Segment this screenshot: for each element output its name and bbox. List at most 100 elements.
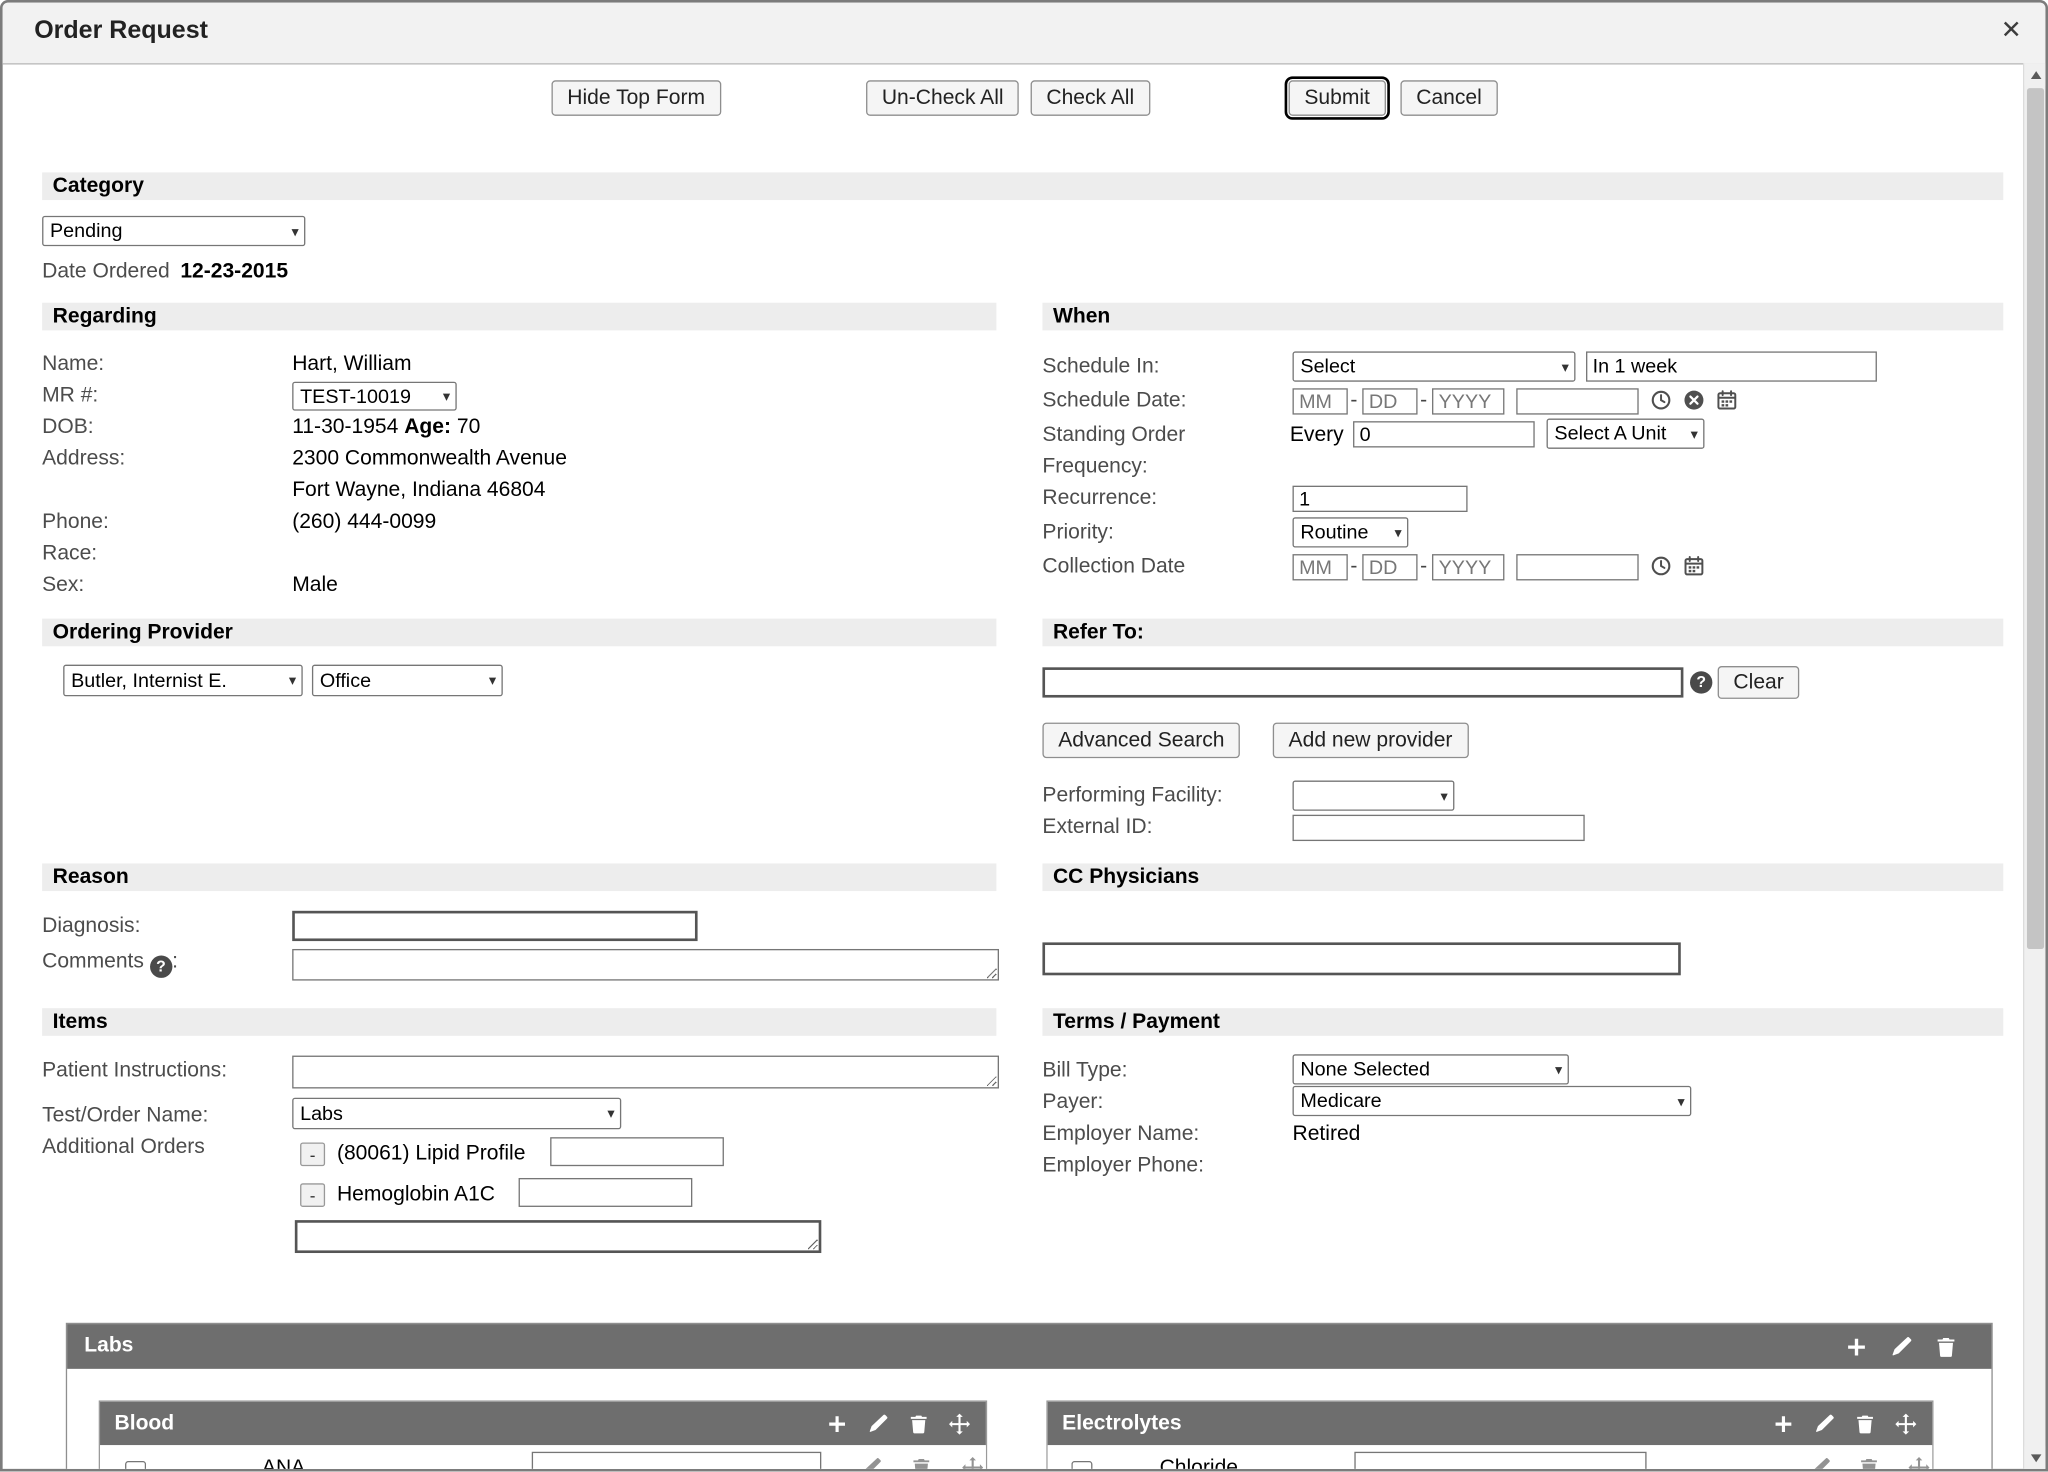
- phone-value: (260) 444-0099: [292, 508, 436, 537]
- cancel-button[interactable]: Cancel: [1400, 80, 1497, 116]
- category-select[interactable]: Pending ▾: [42, 216, 305, 246]
- patient-instructions-textarea[interactable]: [292, 1056, 999, 1089]
- clock-icon[interactable]: [1651, 555, 1675, 579]
- delete-icon[interactable]: [1935, 1335, 1957, 1357]
- performing-facility-select[interactable]: ▾: [1293, 781, 1455, 811]
- date-separator: -: [1420, 388, 1427, 414]
- delete-icon[interactable]: [1858, 1457, 1879, 1471]
- scroll-up-button[interactable]: [2024, 63, 2046, 85]
- lab-test-input[interactable]: [1354, 1452, 1646, 1472]
- schedule-date-time-input[interactable]: [1516, 388, 1638, 414]
- address-label: Address:: [42, 445, 125, 474]
- schedule-date-dd-input[interactable]: [1362, 388, 1417, 414]
- add-new-provider-button[interactable]: Add new provider: [1273, 723, 1468, 759]
- edit-icon[interactable]: [861, 1457, 882, 1471]
- section-header-refer-to: Refer To:: [1042, 619, 2003, 647]
- vertical-scrollbar[interactable]: [2023, 63, 2045, 1469]
- schedule-date-yyyy-input[interactable]: [1432, 388, 1504, 414]
- lab-test-input[interactable]: [532, 1452, 822, 1472]
- clock-icon[interactable]: [1651, 390, 1675, 414]
- dob-value: 11-30-1954 Age: 70: [292, 413, 480, 442]
- date-separator: -: [1420, 554, 1427, 580]
- schedule-in-select[interactable]: Select ▾: [1293, 351, 1576, 381]
- collection-date-time-input[interactable]: [1516, 554, 1638, 580]
- collection-date-mm-input[interactable]: [1293, 554, 1348, 580]
- lab-group-electrolytes: Electrolytes Chloride: [1046, 1400, 1933, 1471]
- add-icon[interactable]: [1773, 1413, 1794, 1434]
- diagnosis-input[interactable]: [292, 911, 697, 941]
- address-line2: Fort Wayne, Indiana 46804: [292, 476, 545, 505]
- check-all-button[interactable]: Check All: [1031, 80, 1150, 116]
- remove-order-button[interactable]: -: [300, 1183, 325, 1207]
- scroll-up-icon: [2030, 70, 2041, 78]
- help-icon[interactable]: ?: [1690, 671, 1712, 693]
- additional-orders-textarea[interactable]: [295, 1220, 821, 1253]
- move-icon[interactable]: [962, 1457, 983, 1471]
- provider-location-select[interactable]: Office ▾: [312, 665, 503, 697]
- ordering-provider-select[interactable]: Butler, Internist E. ▾: [63, 665, 303, 697]
- edit-icon[interactable]: [1814, 1413, 1835, 1434]
- lab-group-header: Blood: [100, 1402, 986, 1445]
- move-icon[interactable]: [949, 1413, 970, 1434]
- collection-date-dd-input[interactable]: [1362, 554, 1417, 580]
- delete-icon[interactable]: [908, 1413, 929, 1434]
- clear-button[interactable]: Clear: [1718, 666, 1800, 699]
- scroll-down-icon: [2030, 1454, 2041, 1462]
- section-header-ordering-provider: Ordering Provider: [42, 619, 996, 647]
- payer-label: Payer:: [1042, 1088, 1103, 1117]
- schedule-date-label: Schedule Date:: [1042, 387, 1186, 416]
- edit-icon[interactable]: [1810, 1457, 1831, 1471]
- delete-icon[interactable]: [1855, 1413, 1876, 1434]
- remove-order-button[interactable]: -: [300, 1142, 325, 1166]
- dialog-titlebar: Order Request ✕: [3, 3, 2046, 65]
- comments-textarea[interactable]: [292, 949, 999, 981]
- date-ordered-value: 12-23-2015: [180, 258, 288, 287]
- scroll-down-button[interactable]: [2024, 1447, 2046, 1469]
- cc-physicians-input[interactable]: [1042, 942, 1680, 975]
- date-separator: -: [1350, 388, 1357, 414]
- refer-to-input[interactable]: [1042, 667, 1683, 697]
- schedule-date-mm-input[interactable]: [1293, 388, 1348, 414]
- collection-date-yyyy-input[interactable]: [1432, 554, 1504, 580]
- move-icon[interactable]: [1895, 1413, 1916, 1434]
- age-value: 70: [457, 416, 480, 438]
- priority-select[interactable]: Routine ▾: [1293, 517, 1409, 547]
- schedule-in-input[interactable]: [1586, 351, 1877, 381]
- delete-icon[interactable]: [911, 1457, 932, 1471]
- move-icon[interactable]: [1908, 1457, 1929, 1471]
- standing-order-unit-select[interactable]: Select A Unit ▾: [1547, 419, 1705, 449]
- lab-test-checkbox[interactable]: [1071, 1461, 1092, 1472]
- hide-top-form-button[interactable]: Hide Top Form: [551, 80, 720, 116]
- test-order-name-select[interactable]: Labs ▾: [292, 1098, 621, 1130]
- mr-select[interactable]: TEST-10019 ▾: [292, 382, 457, 411]
- add-icon[interactable]: [827, 1413, 848, 1434]
- calendar-icon[interactable]: [1683, 555, 1707, 579]
- external-id-input[interactable]: [1293, 815, 1585, 841]
- order-item-input[interactable]: [550, 1137, 724, 1166]
- bill-type-select[interactable]: None Selected ▾: [1293, 1054, 1569, 1084]
- edit-icon[interactable]: [867, 1413, 888, 1434]
- comments-label: Comments ?:: [42, 948, 178, 977]
- advanced-search-button[interactable]: Advanced Search: [1042, 723, 1240, 759]
- order-item-label: (80061) Lipid Profile: [337, 1140, 525, 1169]
- recurrence-input[interactable]: [1293, 486, 1468, 512]
- help-icon[interactable]: ?: [150, 956, 172, 978]
- edit-icon[interactable]: [1890, 1335, 1912, 1357]
- payer-select[interactable]: Medicare ▾: [1293, 1086, 1692, 1116]
- clear-date-icon[interactable]: [1683, 390, 1707, 414]
- section-header-when: When: [1042, 303, 2003, 331]
- close-icon[interactable]: ✕: [1993, 13, 2030, 49]
- calendar-icon[interactable]: [1716, 390, 1740, 414]
- order-item-input[interactable]: [519, 1178, 693, 1207]
- submit-button[interactable]: Submit: [1289, 80, 1386, 116]
- labs-panel-header: Labs: [67, 1324, 1991, 1369]
- lab-group-blood: Blood ANA: [99, 1400, 987, 1471]
- lab-test-checkbox[interactable]: [125, 1461, 146, 1472]
- add-icon[interactable]: [1845, 1335, 1867, 1357]
- uncheck-all-button[interactable]: Un-Check All: [866, 80, 1019, 116]
- external-id-label: External ID:: [1042, 813, 1152, 842]
- scrollbar-thumb[interactable]: [2027, 88, 2044, 949]
- every-input[interactable]: [1353, 421, 1535, 447]
- labs-panel: Labs Blood ANA: [66, 1323, 1993, 1472]
- employer-name-value: Retired: [1293, 1120, 1361, 1149]
